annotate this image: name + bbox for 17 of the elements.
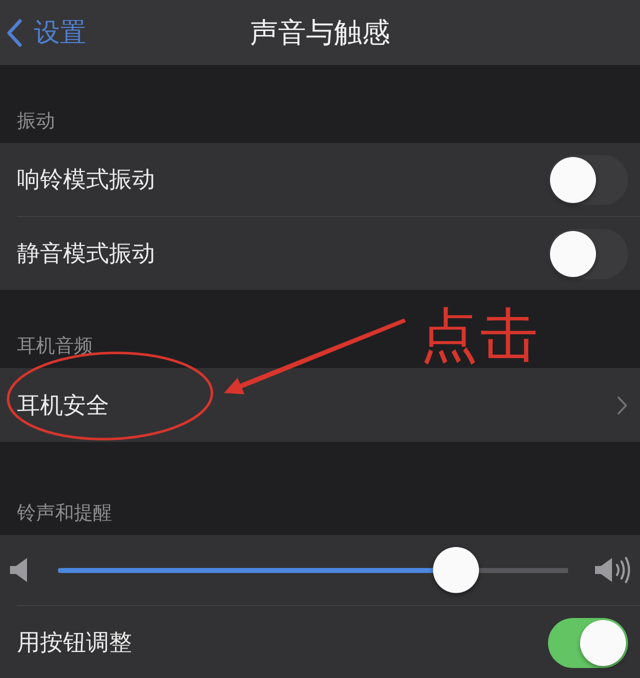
toggle-switch[interactable] — [548, 228, 628, 278]
section-header: 铃声和提醒 — [17, 501, 112, 526]
setting-label: 静音模式振动 — [17, 240, 155, 269]
annotation-label: 点击 — [420, 306, 540, 364]
volume-high-icon — [595, 556, 632, 584]
chevron-left-icon — [6, 18, 22, 46]
page-title: 声音与触感 — [250, 14, 390, 50]
section-header: 振动 — [17, 109, 55, 134]
slider-thumb[interactable] — [432, 547, 479, 593]
settings-row[interactable]: 耳机安全 — [0, 368, 640, 442]
toggle-switch[interactable] — [548, 154, 628, 204]
setting-label: 用按钮调整 — [17, 629, 132, 658]
section-header: 耳机音频 — [17, 334, 93, 359]
chevron-right-icon — [617, 396, 628, 414]
setting-label: 响铃模式振动 — [17, 166, 155, 195]
toggle-switch[interactable] — [548, 618, 628, 668]
volume-low-icon — [10, 557, 28, 583]
